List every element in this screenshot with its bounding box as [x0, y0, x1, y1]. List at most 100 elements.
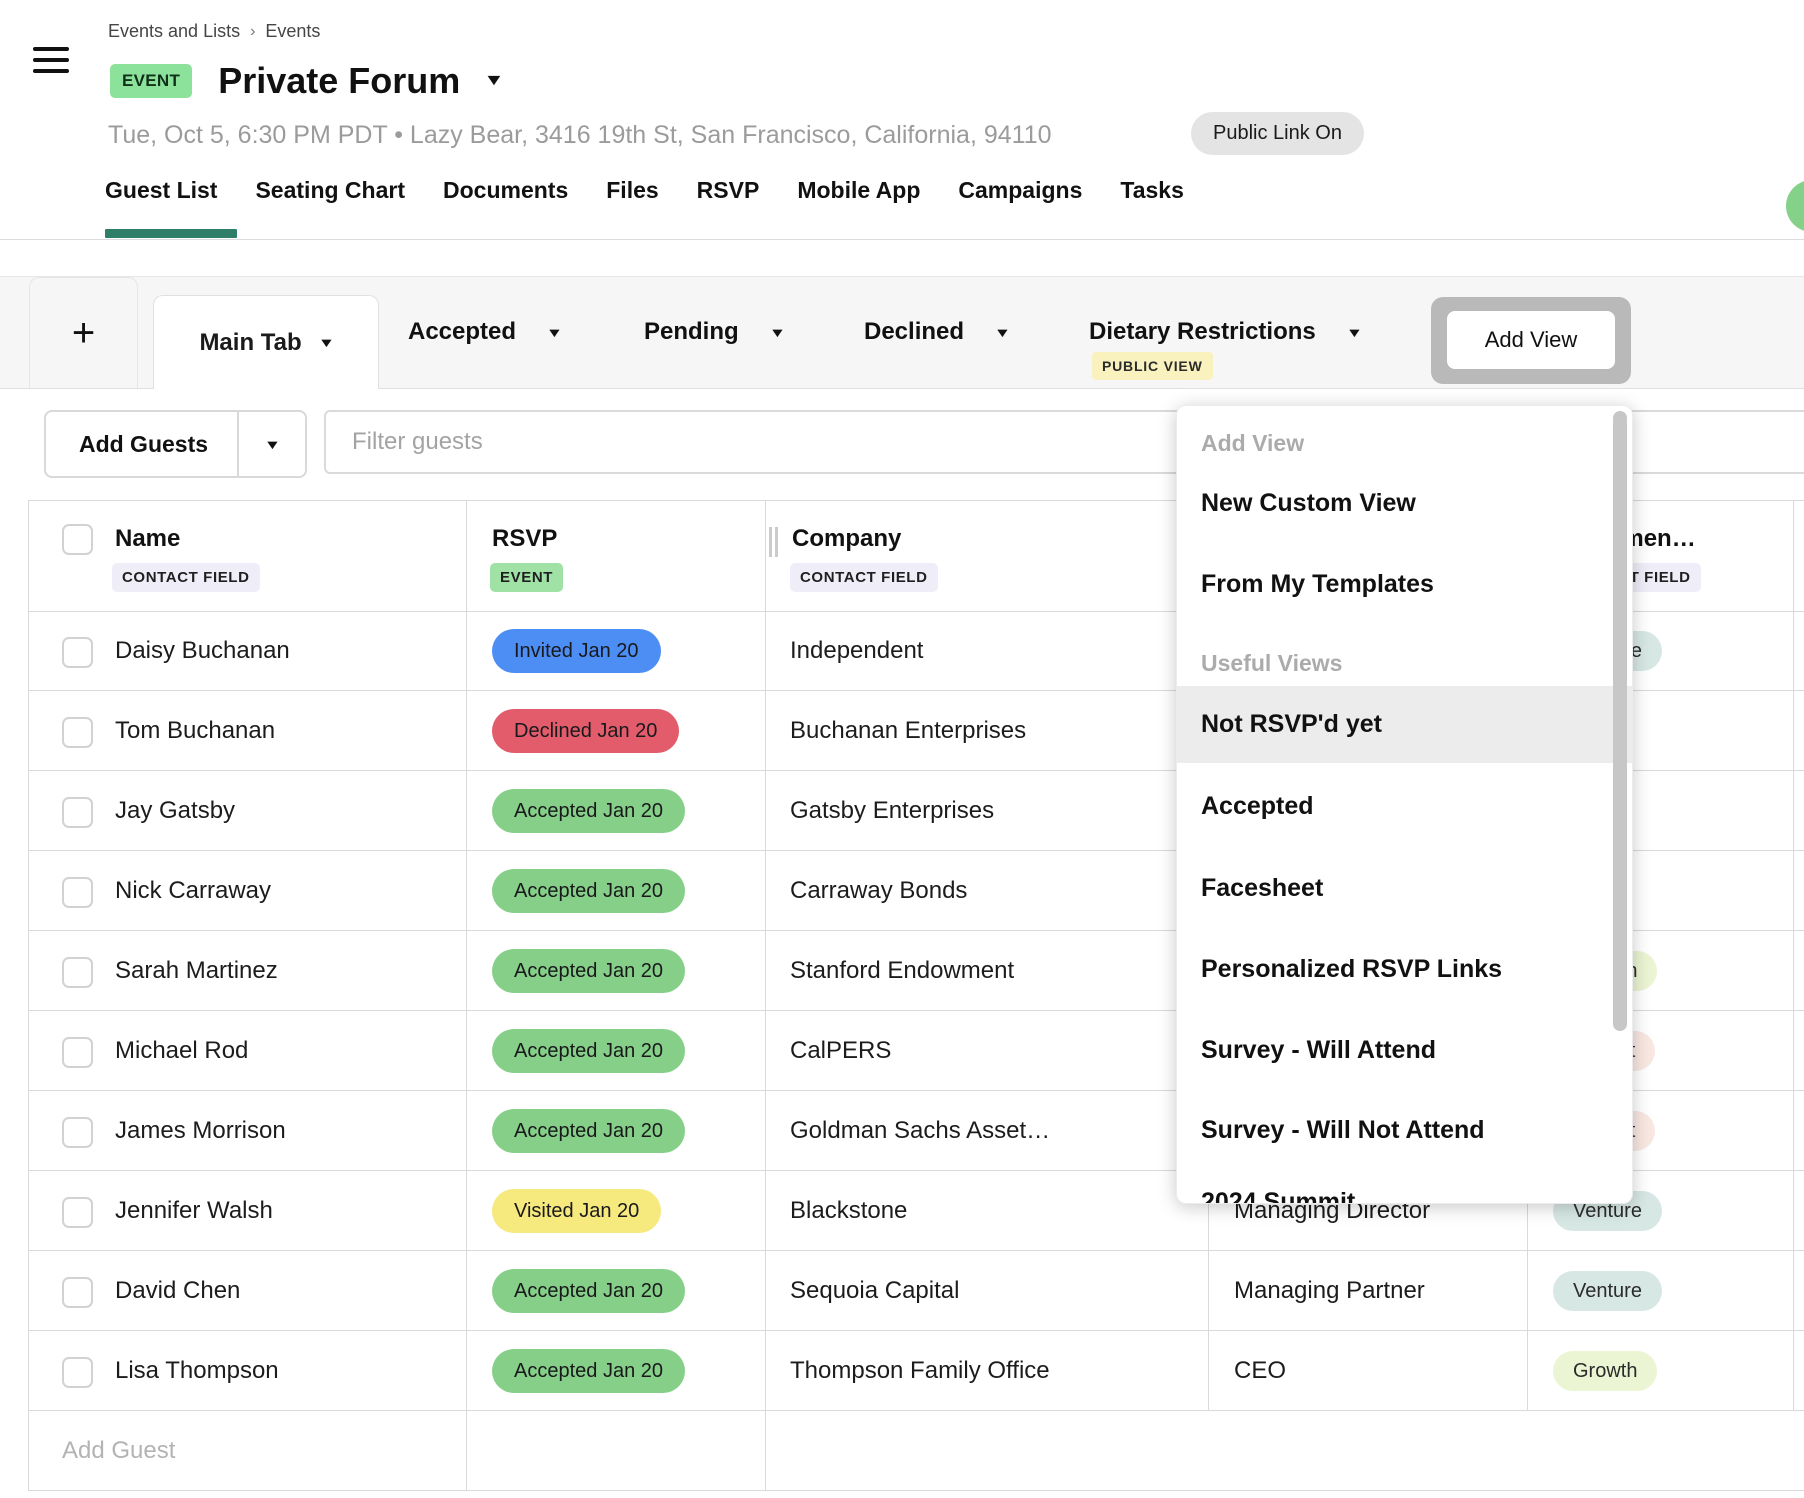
- section-nav: Guest List Seating Chart Documents Files…: [105, 177, 1184, 204]
- add-guests-dropdown-button[interactable]: ▼: [237, 410, 307, 478]
- segment-badge: Growth: [1553, 1351, 1657, 1391]
- select-all-checkbox[interactable]: [62, 524, 93, 555]
- view-tab-pending[interactable]: Pending ▼: [644, 318, 784, 346]
- menu-item-survey-will-attend[interactable]: Survey - Will Attend: [1201, 1036, 1436, 1065]
- rsvp-status-badge: Accepted Jan 20: [492, 1109, 685, 1153]
- menu-section-useful-views: Useful Views: [1201, 650, 1342, 677]
- rsvp-status-badge: Accepted Jan 20: [492, 869, 685, 913]
- guest-name: Sarah Martinez: [115, 957, 278, 985]
- rsvp-status-badge: Invited Jan 20: [492, 629, 661, 673]
- guest-name: Daisy Buchanan: [115, 637, 290, 665]
- breadcrumb: Events and Lists › Events: [108, 21, 320, 42]
- breadcrumb-events-and-lists[interactable]: Events and Lists: [108, 21, 240, 42]
- menu-item-new-custom-view[interactable]: New Custom View: [1201, 489, 1416, 518]
- menu-item-survey-will-not-attend[interactable]: Survey - Will Not Attend: [1201, 1116, 1485, 1145]
- menu-item-not-rsvpd-yet[interactable]: Not RSVP'd yet: [1201, 710, 1382, 739]
- view-tab-declined[interactable]: Declined ▼: [864, 318, 1009, 346]
- menu-item-clipped[interactable]: 2024 Summit: [1201, 1188, 1355, 1204]
- add-view-button-frame: Add View: [1431, 297, 1631, 384]
- active-tab-underline: [105, 229, 237, 238]
- guest-name: Lisa Thompson: [115, 1357, 279, 1385]
- column-header-name[interactable]: Name: [115, 525, 180, 553]
- tab-rsvp[interactable]: RSVP: [697, 177, 760, 204]
- menu-section-add-view: Add View: [1201, 430, 1304, 457]
- add-guest-placeholder[interactable]: Add Guest: [62, 1437, 175, 1465]
- add-view-tab-button[interactable]: +: [29, 277, 138, 388]
- view-tab-label: Accepted: [408, 318, 516, 346]
- row-checkbox[interactable]: [62, 1277, 93, 1308]
- hamburger-menu-icon[interactable]: [33, 47, 69, 80]
- rsvp-status-badge: Visited Jan 20: [492, 1189, 661, 1233]
- table-row[interactable]: Lisa Thompson Accepted Jan 20 Thompson F…: [28, 1331, 1804, 1411]
- row-checkbox[interactable]: [62, 957, 93, 988]
- view-tab-label: Declined: [864, 318, 964, 346]
- column-header-company[interactable]: Company: [792, 525, 901, 553]
- tab-documents[interactable]: Documents: [443, 177, 568, 204]
- tab-campaigns[interactable]: Campaigns: [958, 177, 1082, 204]
- menu-item-personalized-rsvp-links[interactable]: Personalized RSVP Links: [1201, 955, 1502, 984]
- chevron-down-icon[interactable]: ▼: [317, 335, 334, 350]
- plus-icon: +: [72, 311, 95, 356]
- row-checkbox[interactable]: [62, 717, 93, 748]
- rsvp-status-badge: Declined Jan 20: [492, 709, 679, 753]
- title-cell: CEO: [1234, 1357, 1286, 1385]
- guest-name: James Morrison: [115, 1117, 286, 1145]
- view-tab-dietary-restrictions[interactable]: Dietary Restrictions ▼: [1089, 318, 1361, 346]
- menu-item-accepted[interactable]: Accepted: [1201, 792, 1314, 821]
- tab-mobile-app[interactable]: Mobile App: [797, 177, 920, 204]
- tab-tasks[interactable]: Tasks: [1120, 177, 1184, 204]
- event-datetime-location: Tue, Oct 5, 6:30 PM PDT • Lazy Bear, 341…: [108, 121, 1052, 150]
- guest-name: Michael Rod: [115, 1037, 248, 1065]
- company-cell: Thompson Family Office: [790, 1357, 1050, 1385]
- row-checkbox[interactable]: [62, 797, 93, 828]
- column-badge-contact-field: CONTACT FIELD: [112, 563, 260, 592]
- guest-list-page: Events and Lists › Events EVENT Private …: [0, 0, 1804, 1498]
- chevron-down-icon: ▼: [263, 437, 280, 452]
- rsvp-status-badge: Accepted Jan 20: [492, 1269, 685, 1313]
- company-cell: Gatsby Enterprises: [790, 797, 994, 825]
- page-title: Private Forum: [218, 60, 460, 102]
- menu-scrollbar[interactable]: [1613, 411, 1627, 1031]
- view-tab-main-tab[interactable]: Main Tab ▼: [153, 295, 379, 389]
- company-cell: CalPERS: [790, 1037, 891, 1065]
- title-cell: Managing Partner: [1234, 1277, 1425, 1305]
- table-row[interactable]: David Chen Accepted Jan 20 Sequoia Capit…: [28, 1251, 1804, 1331]
- tab-files[interactable]: Files: [606, 177, 658, 204]
- row-checkbox[interactable]: [62, 637, 93, 668]
- guest-name: Nick Carraway: [115, 877, 271, 905]
- column-badge-contact-field: CONTACT FIELD: [790, 563, 938, 592]
- breadcrumb-events[interactable]: Events: [265, 21, 320, 42]
- tab-seating-chart[interactable]: Seating Chart: [255, 177, 405, 204]
- row-checkbox[interactable]: [62, 877, 93, 908]
- chevron-down-icon[interactable]: ▼: [994, 325, 1011, 340]
- company-cell: Sequoia Capital: [790, 1277, 959, 1305]
- row-checkbox[interactable]: [62, 1037, 93, 1068]
- tab-guest-list[interactable]: Guest List: [105, 177, 217, 204]
- chevron-down-icon[interactable]: ▼: [768, 325, 785, 340]
- add-view-button[interactable]: Add View: [1447, 311, 1615, 369]
- row-checkbox[interactable]: [62, 1117, 93, 1148]
- menu-item-facesheet[interactable]: Facesheet: [1201, 874, 1323, 903]
- row-checkbox[interactable]: [62, 1197, 93, 1228]
- guest-name: Jay Gatsby: [115, 797, 235, 825]
- company-cell: Goldman Sachs Asset…: [790, 1117, 1050, 1145]
- company-cell: Buchanan Enterprises: [790, 717, 1026, 745]
- rsvp-status-badge: Accepted Jan 20: [492, 949, 685, 993]
- public-view-badge: PUBLIC VIEW: [1092, 352, 1213, 380]
- chevron-down-icon[interactable]: ▼: [546, 325, 563, 340]
- column-resize-handle-icon[interactable]: [769, 527, 781, 562]
- guest-name: Jennifer Walsh: [115, 1197, 273, 1225]
- menu-item-from-my-templates[interactable]: From My Templates: [1201, 570, 1434, 599]
- floating-green-button[interactable]: [1786, 180, 1804, 232]
- add-guest-row[interactable]: Add Guest: [28, 1411, 1804, 1491]
- chevron-down-icon[interactable]: ▼: [1345, 325, 1362, 340]
- row-checkbox[interactable]: [62, 1357, 93, 1388]
- view-tab-accepted[interactable]: Accepted ▼: [408, 318, 561, 346]
- event-type-badge: EVENT: [110, 64, 192, 98]
- title-dropdown-caret-icon[interactable]: ▼: [483, 72, 504, 90]
- rsvp-status-badge: Accepted Jan 20: [492, 1349, 685, 1393]
- column-header-rsvp[interactable]: RSVP: [492, 525, 557, 553]
- company-cell: Independent: [790, 637, 923, 665]
- public-link-status-badge[interactable]: Public Link On: [1191, 112, 1364, 155]
- add-guests-button[interactable]: Add Guests: [44, 410, 243, 478]
